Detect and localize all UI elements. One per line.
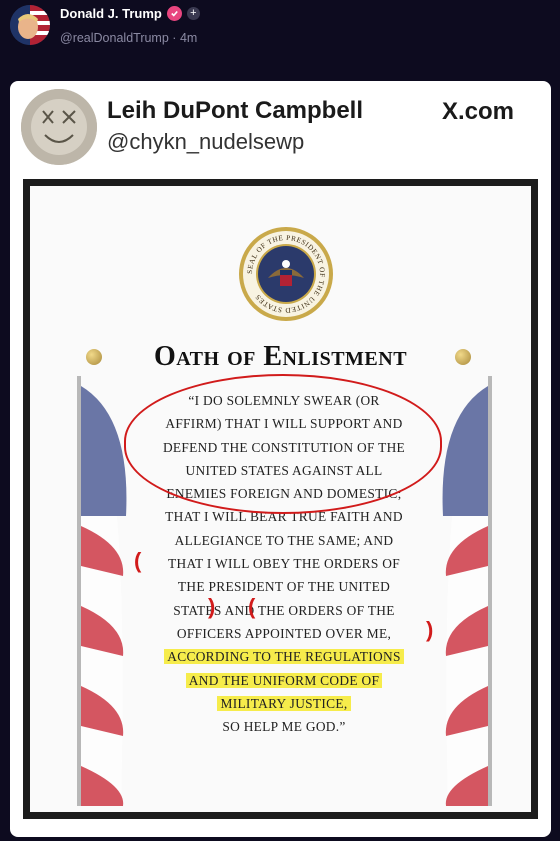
red-annotation-paren: ): [426, 617, 434, 642]
author-name[interactable]: Donald J. Trump: [60, 6, 162, 21]
embedded-post-image[interactable]: Leih DuPont Campbell @chykn_nudelsewp X.…: [10, 81, 551, 837]
presidential-seal: SEAL OF THE PRESIDENT OF THE UNITED STAT…: [239, 227, 333, 321]
embed-display-name: Leih DuPont Campbell: [107, 97, 364, 124]
oath-line: SO HELP ME GOD.”: [222, 719, 346, 735]
post-header: Donald J. Trump + @realDonaldTrump · 4m: [0, 0, 560, 80]
meta-separator: ·: [172, 31, 177, 45]
follow-plus-icon[interactable]: +: [186, 7, 200, 20]
oath-line: STATES AND THE ORDERS OF THE: [173, 602, 395, 618]
oath-line: THE PRESIDENT OF THE UNITED: [177, 579, 391, 595]
red-annotation-circle: [124, 374, 442, 514]
oath-poster: SEAL OF THE PRESIDENT OF THE UNITED STAT…: [23, 179, 538, 819]
embed-avatar: [21, 89, 97, 165]
author-handle[interactable]: @realDonaldTrump: [60, 31, 169, 45]
oath-line: ALLEGIANCE TO THE SAME; AND: [174, 532, 394, 548]
post-timestamp[interactable]: 4m: [180, 31, 197, 45]
oath-line: OFFICERS APPOINTED OVER ME,: [176, 625, 392, 641]
oath-line: THAT I WILL OBEY THE ORDERS OF: [168, 556, 400, 572]
embed-handle: @chykn_nudelsewp: [107, 129, 305, 154]
red-annotation-paren: (: [248, 594, 256, 619]
highlighted-oath-line: AND THE UNIFORM CODE OF: [185, 672, 383, 688]
verified-badge-icon: [166, 6, 182, 21]
highlighted-oath-line: ACCORDING TO THE REGULATIONS: [164, 649, 404, 665]
highlighted-oath-line: MILITARY JUSTICE,: [217, 695, 351, 711]
author-avatar[interactable]: [10, 5, 50, 45]
red-annotation-paren: ): [208, 594, 216, 619]
post-meta: @realDonaldTrump · 4m: [60, 31, 197, 45]
red-annotation-paren: (: [134, 548, 142, 573]
oath-title: Oath of Enlistment: [153, 341, 408, 372]
source-brand: X.com: [442, 98, 515, 125]
